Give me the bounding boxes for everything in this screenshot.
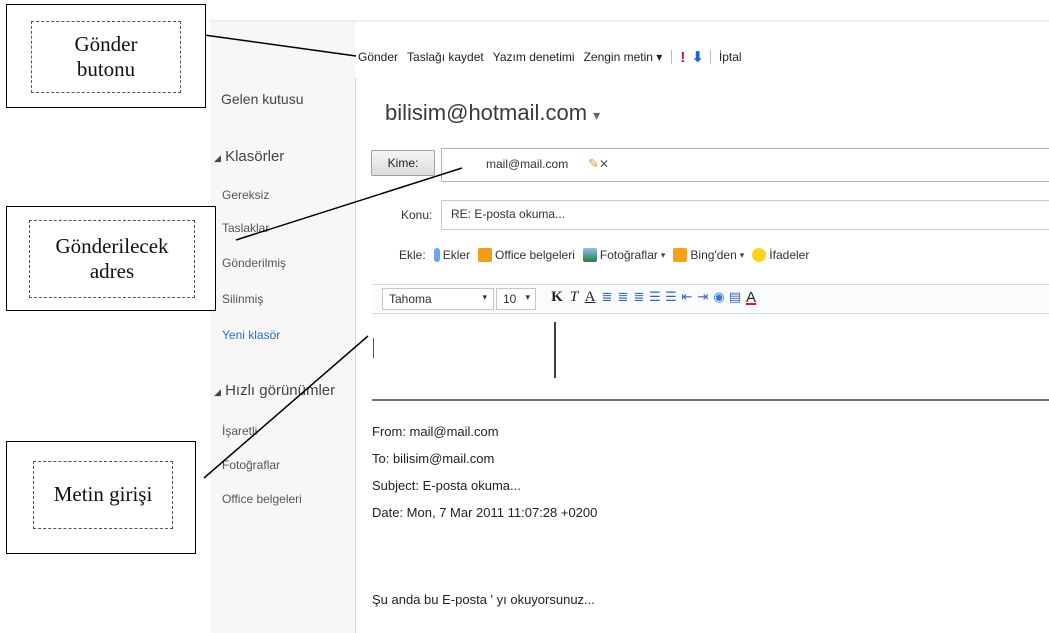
text-annotation-line [203,335,369,479]
send-annotation-line [203,34,357,57]
annotation-send-button: Gönder butonu [6,4,206,108]
annotation-send-line1: Gönder [74,31,138,56]
annotation-address-text: Gönderilecek adres [29,220,195,298]
annotation-send-button-text: Gönder butonu [31,21,181,93]
annotation-address-line2: adres [89,259,135,283]
annotation-recipient-address: Gönderilecek adres [6,206,216,311]
annotation-address-line1: Gönderilecek [55,233,169,258]
address-annotation-line [235,167,463,241]
annotation-send-line2: butonu [76,57,136,81]
annotation-text-input: Metin girişi [6,441,196,554]
annotation-text-input-text: Metin girişi [33,461,173,529]
